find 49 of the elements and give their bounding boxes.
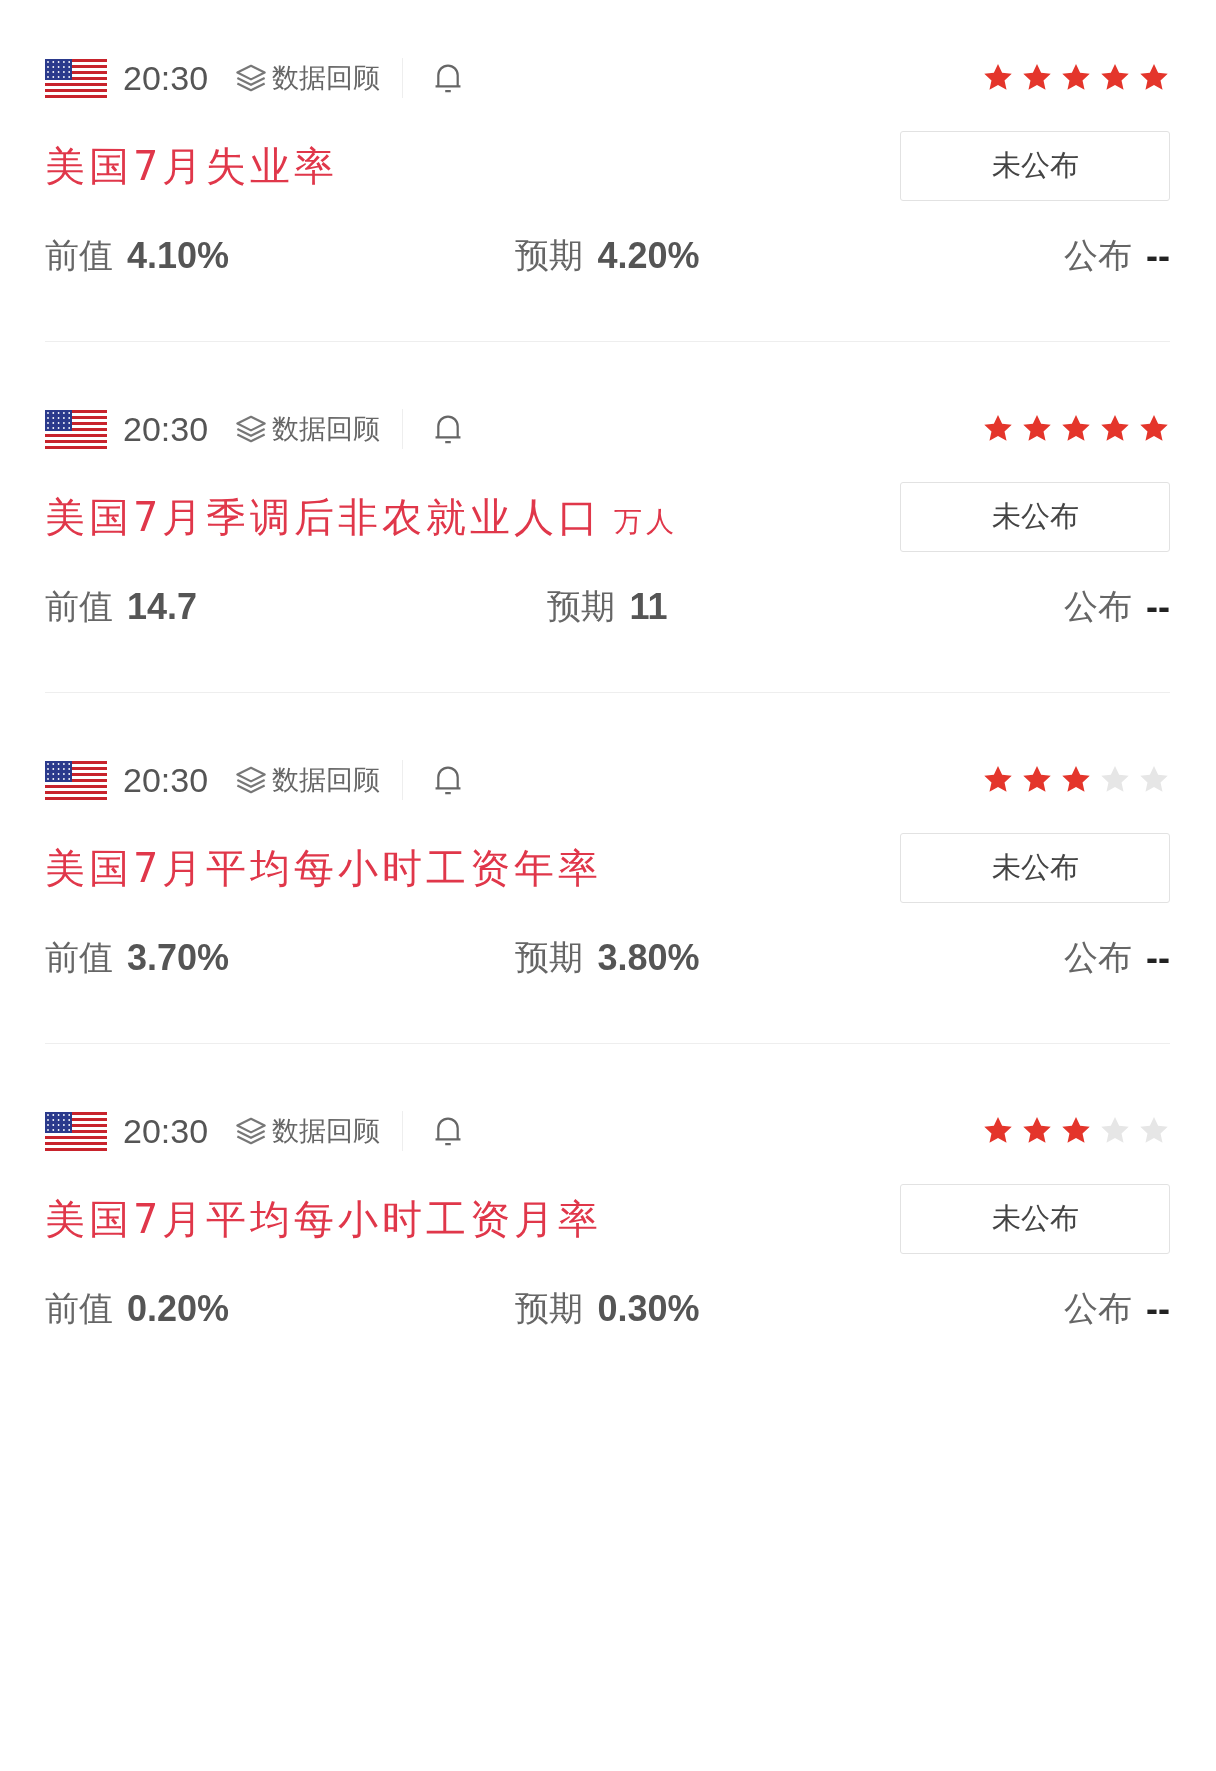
status-button[interactable]: 未公布 xyxy=(900,1184,1170,1254)
value-text: 11 xyxy=(629,586,668,628)
value-label: 前值 xyxy=(45,1287,113,1330)
value-text: 3.80% xyxy=(597,937,700,979)
event-title[interactable]: 美国7月平均每小时工资月率 xyxy=(45,1191,603,1247)
event-title[interactable]: 美国7月季调后非农就业人口 万人 xyxy=(45,489,679,545)
event-time: 20:30 xyxy=(123,409,209,449)
value-label: 预期 xyxy=(515,1287,584,1330)
us-flag-icon xyxy=(45,1111,107,1151)
layers-icon xyxy=(234,765,269,795)
value-text: -- xyxy=(1146,235,1170,277)
value-label: 前值 xyxy=(45,585,113,628)
us-flag-icon xyxy=(45,58,107,98)
value-label: 公布 xyxy=(1064,234,1132,277)
value-label: 前值 xyxy=(45,936,113,979)
value-text: -- xyxy=(1146,937,1170,979)
value-text: -- xyxy=(1146,586,1170,628)
value-text: -- xyxy=(1146,1288,1170,1330)
value-label: 预期 xyxy=(515,234,584,277)
value-text: 4.10% xyxy=(127,235,230,277)
layers-icon xyxy=(234,1116,269,1146)
event-time: 20:30 xyxy=(123,1111,209,1151)
event-time: 20:30 xyxy=(123,760,209,800)
event-title[interactable]: 美国7月失业率 xyxy=(45,138,339,194)
value-label: 预期 xyxy=(515,936,584,979)
event-time: 20:30 xyxy=(123,58,209,98)
value-label: 前值 xyxy=(45,234,113,277)
unit-label: 万人 xyxy=(614,504,679,538)
status-button[interactable]: 未公布 xyxy=(900,482,1170,552)
layers-icon xyxy=(234,63,269,93)
value-text: 14.7 xyxy=(127,586,198,628)
value-label: 公布 xyxy=(1064,936,1132,979)
event-title[interactable]: 美国7月平均每小时工资年率 xyxy=(45,840,603,896)
data-review-link[interactable]: 数据回顾 xyxy=(234,762,381,798)
value-text: 3.70% xyxy=(127,937,230,979)
value-label: 公布 xyxy=(1064,1287,1132,1330)
value-text: 0.30% xyxy=(597,1288,700,1330)
value-label: 预期 xyxy=(547,585,616,628)
value-label: 公布 xyxy=(1064,585,1132,628)
value-text: 4.20% xyxy=(597,235,700,277)
layers-icon xyxy=(234,414,269,444)
data-review-link[interactable]: 数据回顾 xyxy=(234,60,381,96)
data-review-link[interactable]: 数据回顾 xyxy=(234,411,381,447)
us-flag-icon xyxy=(45,409,107,449)
data-review-link[interactable]: 数据回顾 xyxy=(234,1113,381,1149)
value-text: 0.20% xyxy=(127,1288,230,1330)
status-button[interactable]: 未公布 xyxy=(900,131,1170,201)
us-flag-icon xyxy=(45,760,107,800)
status-button[interactable]: 未公布 xyxy=(900,833,1170,903)
